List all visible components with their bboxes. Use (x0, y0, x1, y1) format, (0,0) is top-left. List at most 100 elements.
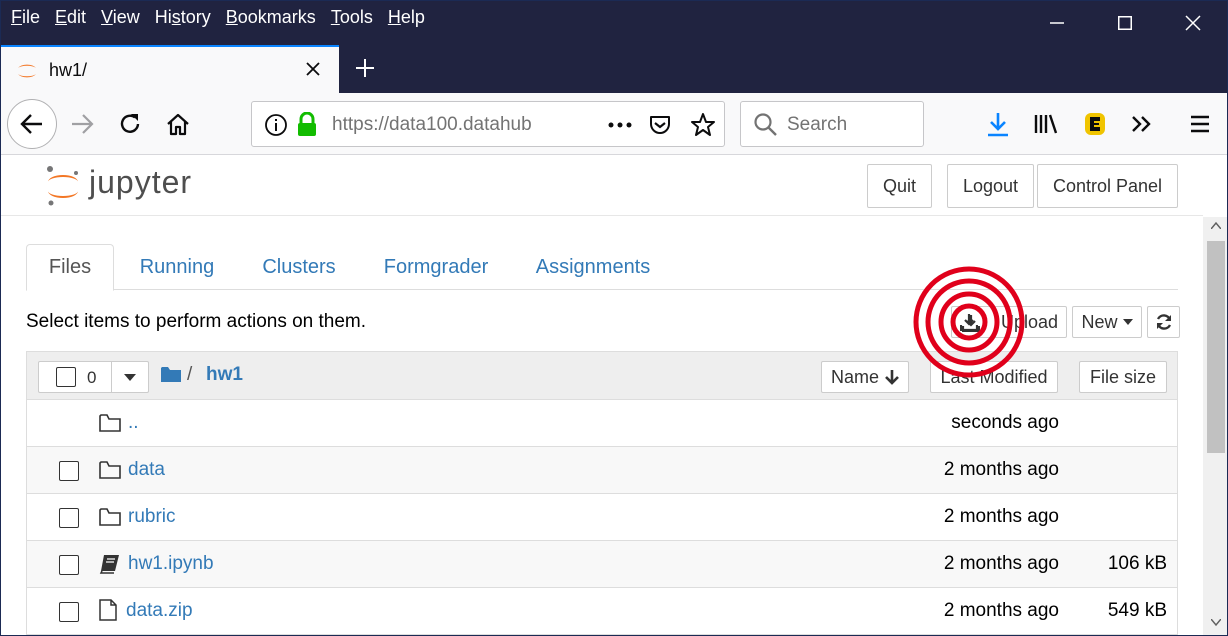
jupyter-header: jupyter Quit Logout Control Panel (1, 156, 1203, 216)
folder-outline-icon (99, 414, 121, 432)
info-icon (265, 114, 287, 136)
menu-tools[interactable]: Tools (331, 7, 373, 28)
logout-button[interactable]: Logout (947, 164, 1034, 208)
vertical-scrollbar[interactable] (1203, 217, 1227, 635)
new-label: New (1081, 311, 1118, 332)
double-chevron-right-icon (1132, 116, 1151, 132)
breadcrumb-hw1[interactable]: hw1 (206, 364, 243, 386)
control-panel-button[interactable]: Control Panel (1037, 164, 1178, 208)
new-tab-button[interactable] (347, 49, 383, 87)
upload-tray-icon-highlighted (960, 314, 978, 331)
tab-files[interactable]: Files (26, 244, 114, 291)
menu-view[interactable]: View (101, 7, 140, 28)
jupyter-favicon-icon (18, 64, 36, 78)
library-button[interactable] (1031, 109, 1061, 139)
back-button[interactable] (7, 99, 57, 149)
list-item-data-zip[interactable]: data.zip 2 months ago 549 kB (27, 588, 1177, 635)
refresh-icon (1156, 314, 1171, 330)
file-modified: 2 months ago (943, 553, 1059, 574)
browser-tab[interactable]: hw1/ (1, 45, 339, 93)
overflow-menu-button[interactable] (1127, 109, 1157, 139)
maximize-icon (1118, 16, 1132, 30)
jupyter-logo-icon[interactable] (43, 164, 83, 208)
menu-edit[interactable]: Edit (55, 7, 86, 28)
folder-outline-icon (99, 461, 121, 479)
close-icon (306, 62, 320, 76)
arrow-down-icon (885, 370, 899, 385)
list-item-parent[interactable]: .. seconds ago (27, 400, 1177, 447)
menu-bookmarks[interactable]: Bookmarks (226, 7, 316, 28)
select-all-dropdown[interactable]: 0 (38, 361, 149, 393)
notebook-icon (99, 555, 119, 574)
file-name[interactable]: data (128, 459, 165, 481)
extension-e-icon (1085, 113, 1105, 135)
tab-formgrader[interactable]: Formgrader (372, 244, 500, 290)
scroll-up-arrow-icon[interactable] (1211, 221, 1221, 229)
menu-file[interactable]: File (11, 7, 40, 28)
file-list: 0 / hw1 Name Last Modified File size .. … (26, 351, 1178, 635)
list-item-data[interactable]: data 2 months ago (27, 447, 1177, 494)
pocket-icon[interactable] (648, 113, 672, 137)
menu-bar: File Edit View History Bookmarks Tools H… (11, 7, 440, 28)
extension-button[interactable] (1081, 109, 1109, 139)
home-button[interactable] (163, 109, 193, 139)
folder-icon[interactable] (161, 366, 181, 383)
menu-help[interactable]: Help (388, 7, 425, 28)
bookmark-star-icon[interactable] (690, 112, 716, 138)
url-bar[interactable]: https://data100.datahub (251, 101, 725, 147)
file-name[interactable]: rubric (128, 506, 176, 528)
tab-running[interactable]: Running (126, 244, 228, 290)
new-button[interactable]: New (1072, 306, 1142, 338)
forward-button[interactable] (65, 109, 99, 139)
caret-down-icon (124, 374, 136, 381)
file-name[interactable]: .. (128, 412, 139, 434)
file-size: 549 kB (1107, 600, 1167, 621)
tab-clusters[interactable]: Clusters (250, 244, 348, 290)
minimize-button[interactable] (1023, 1, 1091, 45)
tab-assignments[interactable]: Assignments (526, 244, 660, 290)
tab-close-button[interactable] (299, 55, 327, 83)
file-modified: 2 months ago (943, 600, 1059, 621)
jupyter-page: jupyter Quit Logout Control Panel Files … (1, 156, 1203, 635)
list-item-hw1-ipynb[interactable]: hw1.ipynb 2 months ago 106 kB (27, 541, 1177, 588)
list-item-rubric[interactable]: rubric 2 months ago (27, 494, 1177, 541)
file-modified: seconds ago (951, 412, 1059, 433)
breadcrumb-separator: / (187, 364, 193, 385)
quit-button[interactable]: Quit (867, 164, 932, 208)
sort-file-size-button[interactable]: File size (1079, 361, 1167, 393)
lock-icon (298, 112, 316, 136)
library-icon (1034, 114, 1058, 134)
reload-icon (120, 114, 140, 133)
selection-hint: Select items to perform actions on them. (26, 311, 367, 332)
scrollbar-thumb[interactable] (1207, 241, 1225, 453)
minimize-icon (1050, 22, 1064, 24)
search-icon (754, 113, 777, 136)
row-checkbox[interactable] (59, 602, 79, 622)
close-icon (1185, 15, 1201, 31)
home-icon (167, 113, 189, 136)
search-bar[interactable]: Search (740, 101, 924, 147)
file-name[interactable]: data.zip (126, 600, 193, 622)
row-checkbox[interactable] (59, 555, 79, 575)
selected-count: 0 (87, 368, 97, 387)
row-checkbox[interactable] (59, 508, 79, 528)
back-arrow-icon (20, 114, 42, 134)
caret-down-icon (1122, 319, 1133, 325)
close-window-button[interactable] (1159, 1, 1227, 45)
jupyter-logo-text[interactable]: jupyter (89, 164, 192, 201)
file-name[interactable]: hw1.ipynb (128, 553, 214, 575)
downloads-button[interactable] (983, 109, 1013, 139)
hamburger-menu-button[interactable] (1185, 109, 1215, 139)
menu-history[interactable]: History (155, 7, 211, 28)
search-placeholder: Search (787, 114, 848, 135)
file-size: 106 kB (1107, 553, 1167, 574)
refresh-button[interactable] (1147, 306, 1180, 338)
name-column-label: Name (830, 366, 879, 387)
maximize-button[interactable] (1091, 1, 1159, 45)
scroll-down-arrow-icon[interactable] (1211, 619, 1221, 627)
reload-button[interactable] (115, 109, 145, 139)
sort-name-button[interactable]: Name (821, 361, 909, 393)
page-actions-icon[interactable] (608, 122, 634, 128)
select-all-checkbox[interactable] (56, 367, 76, 387)
row-checkbox[interactable] (59, 461, 79, 481)
